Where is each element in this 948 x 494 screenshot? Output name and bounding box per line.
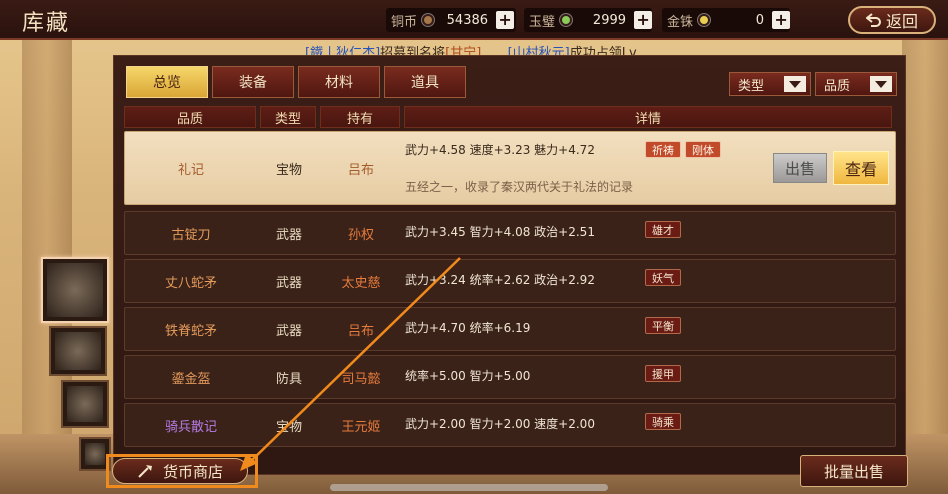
table-header: 品质 类型 持有 详情 [124,106,892,128]
jade-icon [560,14,573,26]
item-description: 五经之一，收录了秦汉两代关于礼法的记录 [405,180,634,194]
tab-materials[interactable]: 材料 [298,66,380,98]
resource-value: 0 [755,12,765,28]
filter-label: 品质 [824,78,851,94]
item-tag: 妖气 [645,269,681,286]
table-row[interactable]: 铁脊蛇矛 武器 吕布 武力+4.70 统率+6.19 平衡 [124,307,896,351]
item-thumb[interactable] [49,326,107,376]
item-name: 礼记 [177,162,204,178]
table-row[interactable]: 骑兵散记 宝物 王元姬 武力+2.00 智力+2.00 速度+2.00 骑乘 [124,403,896,447]
item-stats: 武力+4.70 统率+6.19 [405,321,531,335]
tab-equipment[interactable]: 装备 [212,66,294,98]
gold-coin-icon [698,14,711,26]
item-tags: 援甲 [645,365,681,382]
item-type: 防具 [275,371,302,387]
resource-label: 金铢 [667,14,694,30]
item-type: 宝物 [275,419,302,435]
item-tags: 妖气 [645,269,681,286]
inventory-panel: 总览 装备 材料 道具 类型 品质 品质 类型 持有 详情 礼记 宝物 吕布 武… [113,55,906,475]
item-tag: 援甲 [645,365,681,382]
chevron-down-icon [784,76,806,92]
item-type: 宝物 [275,162,302,178]
resource-copper: 铜币 54386 + [391,9,515,31]
quality-filter-dropdown[interactable]: 品质 [815,72,897,96]
item-stats: 武力+2.00 智力+2.00 速度+2.00 [405,417,595,431]
item-type: 武器 [275,323,302,339]
resource-value: 54386 [446,12,489,28]
item-holder: 王元姬 [341,419,381,435]
col-holder: 持有 [320,106,400,128]
item-name: 鎏金盔 [171,371,211,387]
chevron-down-icon [870,76,892,92]
add-jade-button[interactable]: + [634,11,653,29]
page-title: 库藏 [22,11,71,36]
item-name: 骑兵散记 [164,419,217,435]
item-stats: 武力+3.24 统率+2.62 政治+2.92 [405,273,595,287]
item-stats: 武力+3.45 智力+4.08 政治+2.51 [405,225,595,239]
item-thumb-selected[interactable] [41,257,109,323]
item-stats: 武力+4.58 速度+3.23 魅力+4.72 [405,143,595,157]
item-name: 古锭刀 [171,227,211,243]
add-gold-button[interactable]: + [772,11,791,29]
table-row[interactable]: 古锭刀 武器 孙权 武力+3.45 智力+4.08 政治+2.51 雄才 [124,211,896,255]
top-bar: 库藏 铜币 54386 + 玉璧 2999 + 金铢 0 + 返回 [0,0,948,40]
scrollbar[interactable] [330,484,608,491]
highlight-box [106,454,258,488]
table-row[interactable]: 鎏金盔 防具 司马懿 统率+5.00 智力+5.00 援甲 [124,355,896,399]
item-name: 丈八蛇矛 [164,275,217,291]
item-tags: 骑乘 [645,413,681,430]
tab-bar: 总览 装备 材料 道具 [126,66,466,98]
item-tag: 骑乘 [645,413,681,430]
copper-coin-icon [422,14,435,26]
back-label: 返回 [885,12,918,31]
tab-overview[interactable]: 总览 [126,66,208,98]
col-quality: 品质 [124,106,256,128]
background-pillar [902,40,948,460]
type-filter-dropdown[interactable]: 类型 [729,72,811,96]
item-stats: 统率+5.00 智力+5.00 [405,369,531,383]
resource-jade: 玉璧 2999 + [529,9,653,31]
sell-button[interactable]: 出售 [773,153,827,183]
item-tags: 雄才 [645,221,681,238]
table-row-selected[interactable]: 礼记 宝物 吕布 武力+4.58 速度+3.23 魅力+4.72 祈祷 刚体 五… [124,131,896,205]
filter-label: 类型 [738,78,765,94]
resource-gold: 金铢 0 + [667,9,791,31]
resource-label: 玉璧 [529,14,556,30]
table-row[interactable]: 丈八蛇矛 武器 太史慈 武力+3.24 统率+2.62 政治+2.92 妖气 [124,259,896,303]
item-thumb[interactable] [61,380,109,428]
item-holder: 吕布 [347,162,374,178]
item-tags: 祈祷 刚体 [645,141,721,158]
item-holder: 吕布 [347,323,374,339]
col-type: 类型 [260,106,316,128]
resource-label: 铜币 [391,14,418,30]
item-holder: 孙权 [347,227,374,243]
batch-sell-button[interactable]: 批量出售 [800,455,908,487]
resource-value: 2999 [592,12,627,28]
item-name: 铁脊蛇矛 [164,323,217,339]
tab-items[interactable]: 道具 [384,66,466,98]
item-tag: 雄才 [645,221,681,238]
item-tag: 刚体 [685,141,721,158]
col-details: 详情 [404,106,892,128]
item-type: 武器 [275,227,302,243]
item-tag: 平衡 [645,317,681,334]
item-tags: 平衡 [645,317,681,334]
back-button[interactable]: 返回 [848,6,936,34]
back-arrow-icon [865,13,881,27]
add-copper-button[interactable]: + [496,11,515,29]
view-button[interactable]: 查看 [833,151,889,185]
item-holder: 太史慈 [341,275,381,291]
item-type: 武器 [275,275,302,291]
item-holder: 司马懿 [341,371,381,387]
item-tag: 祈祷 [645,141,681,158]
